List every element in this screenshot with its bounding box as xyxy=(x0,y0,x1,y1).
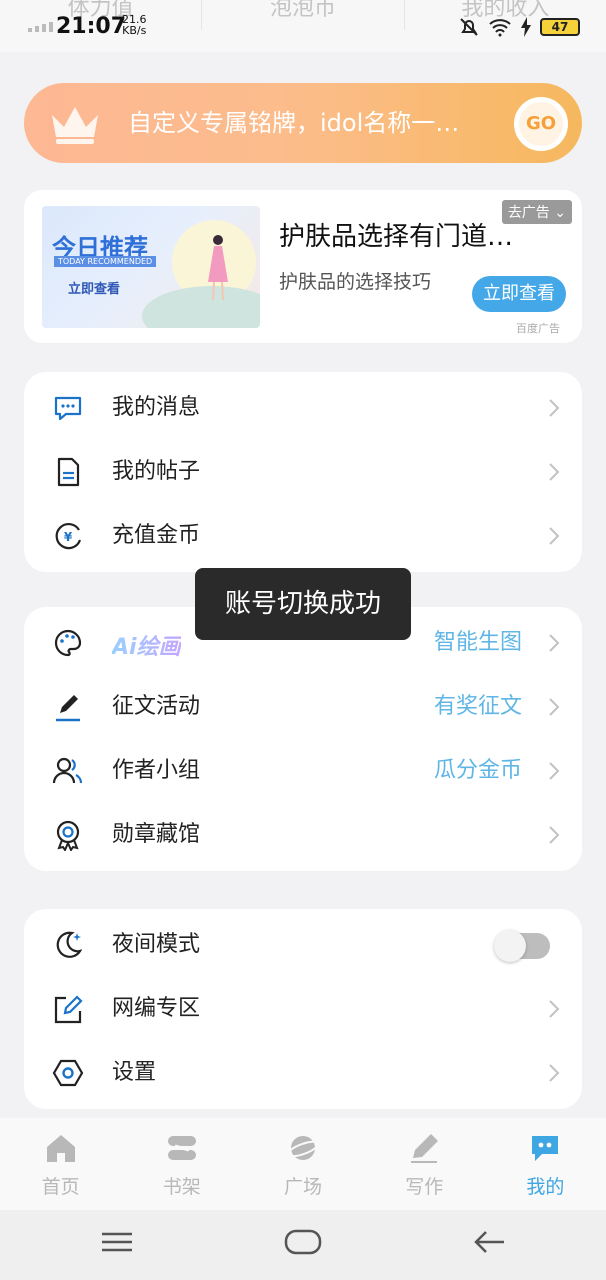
menu-item-tag: 有奖征文 xyxy=(433,694,522,719)
nav-label: 首页 xyxy=(41,1176,80,1198)
menu-item-medal-hall[interactable]: 勋章藏馆 xyxy=(24,803,582,867)
menu-item-editor-zone[interactable]: 网编专区 xyxy=(24,977,582,1041)
menu-item-essay-contest[interactable]: 征文活动 有奖征文 xyxy=(24,675,582,739)
chevron-right-icon xyxy=(549,634,560,652)
palette-icon xyxy=(54,629,82,657)
chevron-right-icon xyxy=(549,399,560,417)
medal-icon xyxy=(56,820,80,851)
menu-item-settings[interactable]: 设置 xyxy=(24,1041,582,1105)
menu-item-label: 我的消息 xyxy=(112,395,201,420)
bookshelf-icon xyxy=(167,1136,196,1160)
menu-card-account: 我的消息 我的帖子 ¥ 充值金币 xyxy=(24,372,582,572)
menu-item-author-group[interactable]: 作者小组 瓜分金币 xyxy=(24,739,582,803)
menu-card-creation: Ai绘画 智能生图 征文活动 有奖征文 作者小组 瓜分金币 勋章藏馆 xyxy=(24,607,582,871)
ai-painting-logo: Ai绘画 xyxy=(112,629,181,661)
nav-label: 我的 xyxy=(526,1176,565,1198)
network-speed-unit: KB/s xyxy=(122,24,147,37)
ad-view-button[interactable]: 立即查看 xyxy=(472,276,566,312)
system-nav-bar xyxy=(0,1210,606,1280)
crown-icon xyxy=(52,107,98,144)
chevron-right-icon xyxy=(549,1000,560,1018)
banner-text: 自定义专属铭牌，idol名称一… xyxy=(128,109,460,137)
nav-write[interactable]: 写作 xyxy=(364,1118,485,1210)
ad-image-cta: 立即查看 xyxy=(68,282,121,297)
settings-icon xyxy=(52,1059,84,1087)
menu-item-label: 我的帖子 xyxy=(112,459,201,484)
menu-card-settings: 夜间模式 网编专区 设置 xyxy=(24,909,582,1109)
menu-item-recharge[interactable]: ¥ 充值金币 xyxy=(24,504,582,568)
bottom-nav: 首页 书架 广场 写作 我的 xyxy=(0,1118,606,1210)
menu-item-label: 设置 xyxy=(112,1060,157,1085)
group-icon xyxy=(52,757,83,784)
menu-item-night-mode: 夜间模式 xyxy=(24,913,582,977)
menu-item-tag: 瓜分金币 xyxy=(433,758,522,783)
menu-item-label: 充值金币 xyxy=(112,523,201,548)
menu-item-label: 网编专区 xyxy=(112,996,201,1021)
menu-item-tag: 智能生图 xyxy=(433,630,522,655)
toast-message: 账号切换成功 xyxy=(195,568,411,640)
wifi-icon xyxy=(489,19,511,37)
menu-item-label: 征文活动 xyxy=(112,694,201,719)
pen-icon xyxy=(56,695,80,722)
menu-item-label: 夜间模式 xyxy=(112,932,201,957)
document-icon xyxy=(57,457,80,487)
chevron-right-icon xyxy=(549,527,560,545)
chevron-right-icon xyxy=(549,762,560,780)
nameplate-banner[interactable]: 自定义专属铭牌，idol名称一… GO xyxy=(24,83,582,163)
profile-chat-icon xyxy=(532,1136,559,1161)
planet-icon xyxy=(286,1136,320,1160)
nav-home[interactable]: 首页 xyxy=(0,1118,121,1210)
remove-ad-label: 去广告 xyxy=(507,205,550,221)
menu-icon[interactable] xyxy=(100,1228,134,1256)
woman-illustration-icon xyxy=(208,235,228,301)
night-mode-toggle[interactable] xyxy=(494,930,550,962)
mute-bell-icon xyxy=(460,18,478,36)
status-icons: 47 xyxy=(458,16,580,38)
ad-description: 护肤品的选择技巧 xyxy=(279,271,432,293)
chevron-right-icon xyxy=(549,698,560,716)
go-button[interactable]: GO xyxy=(514,97,568,151)
battery-indicator: 47 xyxy=(540,18,580,36)
network-speed: 21.6 KB/s xyxy=(122,14,147,36)
edit-box-icon xyxy=(54,995,83,1024)
status-bar: 体力值 泡泡币 我的收入 21:07 21.6 KB/s 47 xyxy=(0,0,606,52)
ad-source: 百度广告 xyxy=(516,322,560,335)
toggle-knob xyxy=(494,930,526,962)
remove-ad-button[interactable]: 去广告 ⌄ xyxy=(501,200,572,224)
moon-icon xyxy=(56,931,83,958)
charging-icon xyxy=(521,17,531,37)
back-arrow-icon[interactable] xyxy=(472,1228,506,1256)
nav-bookshelf[interactable]: 书架 xyxy=(121,1118,242,1210)
nav-mine[interactable]: 我的 xyxy=(485,1118,606,1210)
nav-label: 书架 xyxy=(162,1176,201,1198)
stat-bubble-coins[interactable]: 泡泡币 xyxy=(202,0,405,30)
home-icon xyxy=(46,1135,75,1162)
svg-text:¥: ¥ xyxy=(64,530,73,544)
nav-label: 写作 xyxy=(405,1176,444,1198)
chevron-right-icon xyxy=(549,1064,560,1082)
menu-item-label: 勋章藏馆 xyxy=(112,822,201,847)
menu-item-posts[interactable]: 我的帖子 xyxy=(24,440,582,504)
nav-square[interactable]: 广场 xyxy=(242,1118,363,1210)
chevron-down-icon: ⌄ xyxy=(549,205,566,221)
menu-item-messages[interactable]: 我的消息 xyxy=(24,376,582,440)
chevron-right-icon xyxy=(549,463,560,481)
ad-image-subtitle: TODAY RECOMMENDED xyxy=(54,256,157,267)
status-time: 21:07 xyxy=(56,14,127,39)
coin-icon: ¥ xyxy=(55,523,82,550)
nav-label: 广场 xyxy=(284,1176,323,1198)
chevron-right-icon xyxy=(549,826,560,844)
ad-card[interactable]: 今日推荐 TODAY RECOMMENDED 立即查看 护肤品选择有门道… 护肤… xyxy=(24,190,582,343)
menu-item-label: 作者小组 xyxy=(112,758,201,783)
ad-image[interactable]: 今日推荐 TODAY RECOMMENDED 立即查看 xyxy=(42,206,260,328)
message-icon xyxy=(54,396,82,421)
write-icon xyxy=(411,1134,439,1163)
home-button-icon[interactable] xyxy=(284,1228,322,1256)
signal-icon xyxy=(28,22,53,32)
ad-image-hill xyxy=(142,286,260,328)
